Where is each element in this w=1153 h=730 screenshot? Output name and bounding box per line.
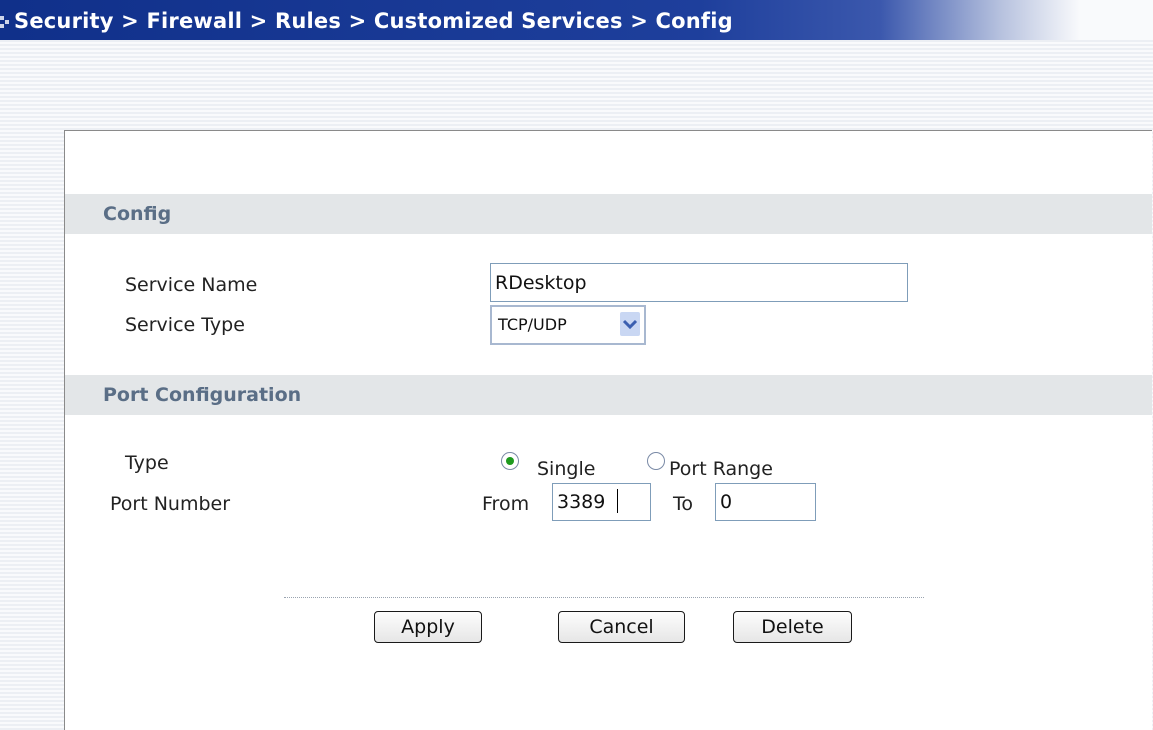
service-type-value: TCP/UDP — [498, 315, 567, 334]
radio-single-label: Single — [537, 458, 596, 480]
port-section-header: Port Configuration — [65, 375, 1152, 415]
config-section-header: Config — [65, 194, 1152, 234]
chevron-down-icon[interactable] — [620, 312, 640, 336]
radio-selected-dot — [506, 457, 514, 465]
config-section-title: Config — [103, 203, 172, 225]
breadcrumb: Security > Firewall > Rules > Customized… — [14, 9, 733, 33]
type-label: Type — [125, 452, 169, 474]
radio-port-range[interactable] — [647, 452, 665, 470]
service-type-select[interactable]: TCP/UDP — [490, 305, 646, 345]
service-name-label: Service Name — [125, 274, 258, 296]
title-bar: Security > Firewall > Rules > Customized… — [0, 0, 1153, 40]
from-label: From — [482, 493, 530, 515]
to-label: To — [673, 493, 694, 515]
service-type-label: Service Type — [125, 314, 245, 336]
text-cursor — [617, 489, 618, 513]
port-from-input[interactable] — [552, 483, 651, 521]
radio-port-range-label: Port Range — [669, 458, 773, 480]
divider — [284, 597, 924, 598]
cancel-button[interactable]: Cancel — [558, 611, 685, 643]
delete-button[interactable]: Delete — [733, 611, 852, 643]
apply-button[interactable]: Apply — [374, 611, 482, 643]
radio-single[interactable] — [501, 452, 519, 470]
breadcrumb-arrow-icon — [0, 16, 12, 28]
port-number-label: Port Number — [110, 493, 231, 515]
service-name-input[interactable] — [490, 263, 908, 302]
port-to-input[interactable] — [715, 483, 816, 521]
port-section-title: Port Configuration — [103, 384, 302, 406]
